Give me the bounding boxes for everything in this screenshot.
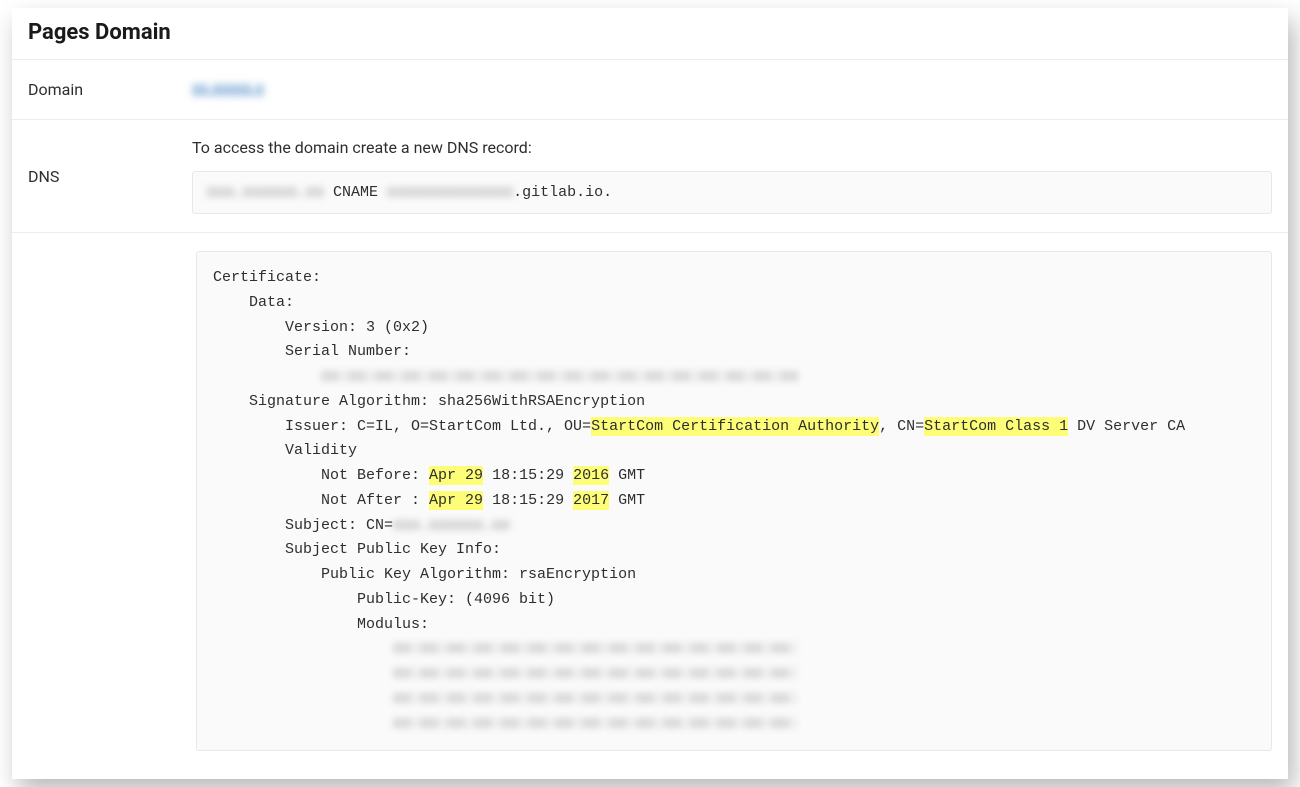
cert-line: Version: 3 (0x2) (213, 319, 429, 336)
dns-label: DNS (12, 147, 192, 206)
dns-host-blurred: xxx.xxxxxx.xx (207, 184, 324, 201)
dns-target-prefix-blurred: xxxxxxxxxxxxxx (387, 184, 513, 201)
cert-nb-year-highlight: 2016 (573, 466, 609, 485)
cert-nb-suffix: GMT (609, 467, 645, 484)
domain-row: Domain xx.xxxxx.x (12, 59, 1288, 119)
cert-na-suffix: GMT (609, 492, 645, 509)
domain-label: Domain (12, 60, 192, 119)
page-title: Pages Domain (12, 8, 1288, 59)
pages-domain-panel: Pages Domain Domain xx.xxxxx.x DNS To ac… (12, 8, 1288, 779)
cert-na-date-highlight: Apr 29 (429, 491, 483, 510)
cert-issuer-prefix: Issuer: C=IL, O=StartCom Ltd., OU= (213, 418, 591, 435)
domain-link[interactable]: xx.xxxxx.x (192, 78, 264, 97)
dns-record-type: CNAME (333, 184, 378, 201)
cert-line: Public Key Algorithm: rsaEncryption (213, 566, 636, 583)
certificate-block: Certificate: Data: Version: 3 (0x2) Seri… (196, 251, 1272, 751)
dns-row: DNS To access the domain create a new DN… (12, 119, 1288, 232)
cert-line: Public-Key: (4096 bit) (213, 591, 555, 608)
dns-intro-text: To access the domain create a new DNS re… (192, 138, 1272, 157)
cert-nb-time: 18:15:29 (483, 467, 573, 484)
cert-line: Certificate: (213, 269, 321, 286)
cert-line: Modulus: (213, 616, 429, 633)
cert-nb-prefix: Not Before: (213, 467, 429, 484)
certificate-section: Certificate: Data: Version: 3 (0x2) Seri… (196, 251, 1288, 751)
separator (12, 232, 1288, 233)
cert-na-year-highlight: 2017 (573, 491, 609, 510)
cert-na-prefix: Not After : (213, 492, 429, 509)
dns-target-suffix: .gitlab.io. (513, 184, 612, 201)
cert-na-time: 18:15:29 (483, 492, 573, 509)
cert-modulus-line-blurred: xx:xx:xx:xx:xx:xx:xx:xx:xx:xx:xx:xx:xx:x… (213, 665, 798, 682)
cert-modulus-line-blurred: xx:xx:xx:xx:xx:xx:xx:xx:xx:xx:xx:xx:xx:x… (213, 690, 798, 707)
cert-line: Serial Number: (213, 343, 411, 360)
cert-issuer-ou-highlight: StartCom Certification Authority (591, 417, 879, 436)
cert-line: Signature Algorithm: sha256WithRSAEncryp… (213, 393, 645, 410)
dns-record-block: xxx.xxxxxx.xx CNAME xxxxxxxxxxxxxx.gitla… (192, 171, 1272, 214)
cert-line: Subject Public Key Info: (213, 541, 501, 558)
cert-subject-prefix: Subject: CN= (213, 517, 393, 534)
cert-modulus-line-blurred: xx:xx:xx:xx:xx:xx:xx:xx:xx:xx:xx:xx:xx:x… (213, 715, 798, 732)
cert-serial-blurred: xx:xx:xx:xx:xx:xx:xx:xx:xx:xx:xx:xx:xx:x… (213, 368, 798, 385)
dns-content: To access the domain create a new DNS re… (192, 120, 1288, 232)
cert-issuer-cn-highlight: StartCom Class 1 (924, 417, 1068, 436)
cert-issuer-suffix: DV Server CA (1068, 418, 1185, 435)
cert-subject-blurred: xxx.xxxxxx.xx (393, 517, 510, 534)
cert-issuer-mid: , CN= (879, 418, 924, 435)
cert-modulus-line-blurred: xx:xx:xx:xx:xx:xx:xx:xx:xx:xx:xx:xx:xx:x… (213, 640, 798, 657)
cert-nb-date-highlight: Apr 29 (429, 466, 483, 485)
cert-line: Data: (213, 294, 294, 311)
cert-line: Validity (213, 442, 357, 459)
domain-value-container: xx.xxxxx.x (192, 60, 1288, 115)
